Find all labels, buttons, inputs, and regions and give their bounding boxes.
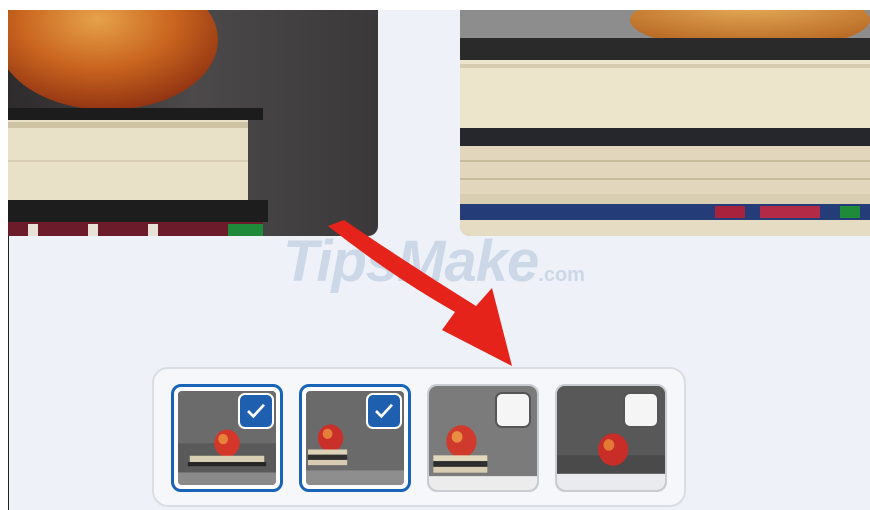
thumbnail-3[interactable] <box>427 384 539 492</box>
watermark-suffix: .com <box>538 264 585 286</box>
thumbnail-2[interactable] <box>299 384 411 492</box>
checkbox-unchecked-icon[interactable] <box>623 392 659 428</box>
preview-photo-left <box>8 10 378 236</box>
checkbox-unchecked-icon[interactable] <box>495 392 531 428</box>
checkbox-checked-icon[interactable] <box>238 393 274 429</box>
checkbox-checked-icon[interactable] <box>366 393 402 429</box>
thumbnail-4[interactable] <box>555 384 667 492</box>
preview-photo-right <box>460 10 870 236</box>
thumbnail-1[interactable] <box>171 384 283 492</box>
annotation-arrow-icon <box>320 220 530 380</box>
